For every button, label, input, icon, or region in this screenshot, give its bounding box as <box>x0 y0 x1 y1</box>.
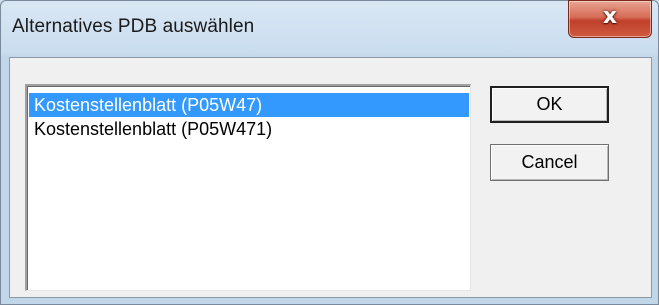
close-button[interactable]: x <box>568 0 652 38</box>
window-title: Alternatives PDB auswählen <box>12 16 255 37</box>
cancel-button[interactable]: Cancel <box>490 144 609 181</box>
list-item[interactable]: Kostenstellenblatt (P05W471) <box>29 117 469 141</box>
ok-button[interactable]: OK <box>490 86 609 123</box>
title-bar[interactable]: Alternatives PDB auswählen x <box>1 0 658 56</box>
list-item-label: Kostenstellenblatt (P05W47) <box>34 95 263 115</box>
pdb-listbox[interactable]: Kostenstellenblatt (P05W47) Kostenstelle… <box>25 84 471 291</box>
dialog-client-area: Kostenstellenblatt (P05W47) Kostenstelle… <box>9 57 652 298</box>
list-item-label: Kostenstellenblatt (P05W471) <box>34 119 273 139</box>
dialog-window: Alternatives PDB auswählen x Kostenstell… <box>0 0 659 305</box>
close-icon: x <box>602 4 618 29</box>
list-item[interactable]: Kostenstellenblatt (P05W47) <box>29 93 469 117</box>
